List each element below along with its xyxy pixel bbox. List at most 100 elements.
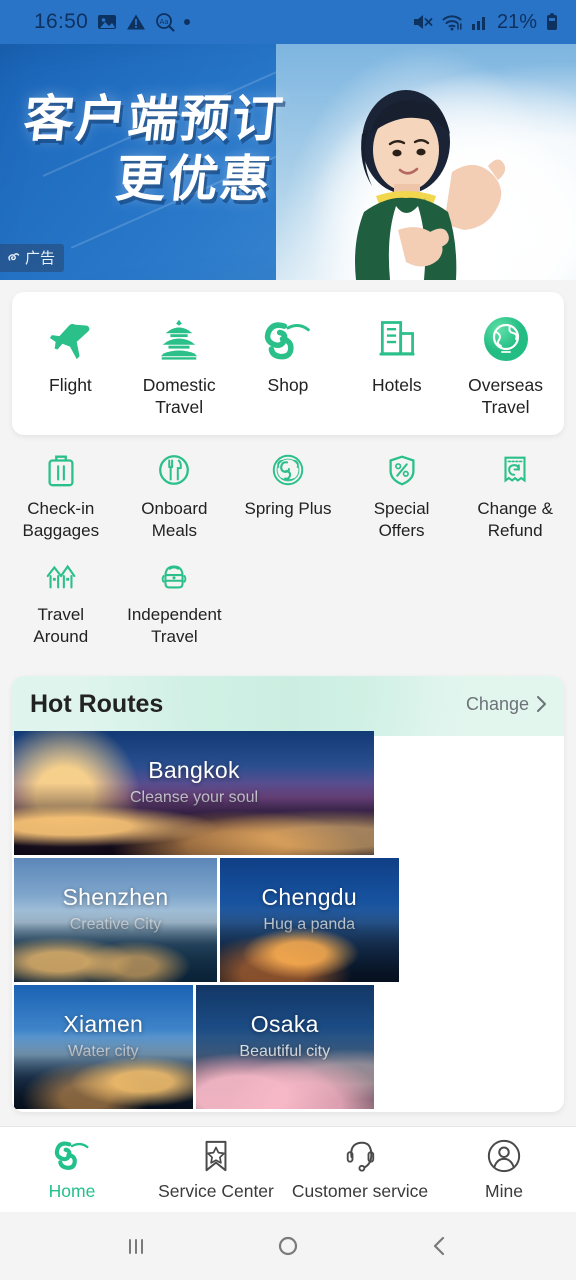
service-label: Check-in Baggages <box>22 498 100 540</box>
tab-customer-service[interactable]: Customer service <box>288 1137 432 1202</box>
pagoda-icon <box>154 314 204 364</box>
service-spring-plus[interactable]: Spring Plus <box>231 449 345 542</box>
service-label: Domestic Travel <box>142 375 216 418</box>
spring-swirl-icon <box>53 1137 91 1175</box>
service-domestic-travel[interactable]: Domestic Travel <box>125 314 234 419</box>
tab-mine[interactable]: Mine <box>432 1137 576 1202</box>
primary-services-grid: Flight Domestic Travel Shop Hotels Overs… <box>12 292 564 435</box>
route-card-chengdu[interactable]: Chengdu Hug a panda <box>220 857 399 982</box>
status-bar-left: 16:50 Aa <box>34 10 191 34</box>
tab-label: Mine <box>485 1181 523 1201</box>
tab-service-center[interactable]: Service Center <box>144 1137 288 1202</box>
hot-routes-title: Hot Routes <box>30 689 164 718</box>
service-onboard-meals[interactable]: Onboard Meals <box>118 449 232 542</box>
route-text: Osaka Beautiful city <box>196 1011 375 1061</box>
route-tagline: Creative City <box>69 915 162 933</box>
service-label: Independent Travel <box>127 605 222 647</box>
photo-icon <box>98 15 117 29</box>
route-text: Bangkok Cleanse your soul <box>14 757 374 807</box>
service-label: Special Offers <box>373 498 430 540</box>
route-tagline: Water city <box>67 1042 139 1060</box>
warning-triangle-icon <box>127 14 146 30</box>
service-overseas-travel[interactable]: Overseas Travel <box>451 314 560 419</box>
secondary-row-2: Travel Around Independent Travel <box>4 555 572 662</box>
banner-headline: 客户端预订 更优惠 <box>20 90 288 208</box>
secondary-row-1: Check-in Baggages Onboard Meals Spring P… <box>4 449 572 556</box>
user-circle-icon <box>485 1137 523 1175</box>
route-text: Chengdu Hug a panda <box>220 884 399 934</box>
dot-indicator <box>184 19 191 25</box>
cutlery-icon <box>153 449 195 491</box>
route-tagline: Cleanse your soul <box>129 788 259 806</box>
recents-icon[interactable] <box>113 1223 159 1269</box>
change-routes-button[interactable]: Change <box>466 694 548 715</box>
hot-routes-header: Hot Routes Change <box>12 676 564 731</box>
grid-spacer <box>345 555 459 648</box>
chevron-right-icon <box>537 696 546 713</box>
battery-percent: 21% <box>496 10 537 33</box>
route-card-xiamen[interactable]: Xiamen Water city <box>14 984 193 1109</box>
spring-swirl-icon <box>263 314 313 364</box>
grid-spacer <box>458 555 572 648</box>
route-text: Shenzhen Creative City <box>14 884 217 934</box>
service-label: Onboard Meals <box>141 498 208 540</box>
banner-headline-line2: 更优惠 <box>112 150 276 208</box>
secondary-services-grid: Check-in Baggages Onboard Meals Spring P… <box>0 435 576 662</box>
route-city: Chengdu <box>261 883 357 910</box>
change-label: Change <box>465 693 529 714</box>
bottom-tab-bar: Home Service Center Customer service Min… <box>0 1126 576 1212</box>
percent-shield-icon <box>381 449 423 491</box>
ad-label: 广告 <box>25 249 56 267</box>
service-shop[interactable]: Shop <box>234 314 343 419</box>
service-hotels[interactable]: Hotels <box>342 314 451 419</box>
mute-icon <box>413 15 433 29</box>
status-bar-right: 21% <box>412 11 560 34</box>
globe-icon <box>481 314 531 364</box>
service-label: Spring Plus <box>244 498 332 518</box>
signal-icon <box>471 17 485 30</box>
service-checkin-baggages[interactable]: Check-in Baggages <box>4 449 118 542</box>
airplane-icon <box>45 314 95 364</box>
route-card-shenzhen[interactable]: Shenzhen Creative City <box>14 857 217 982</box>
route-tagline: Beautiful city <box>239 1042 331 1060</box>
tab-home[interactable]: Home <box>0 1137 144 1202</box>
service-independent-travel[interactable]: Independent Travel <box>118 555 232 648</box>
promo-banner[interactable]: 客户端预订 更优惠 广告 <box>0 44 576 280</box>
route-tagline: Hug a panda <box>263 915 356 933</box>
route-card-bangkok[interactable]: Bangkok Cleanse your soul <box>14 730 374 855</box>
route-city: Shenzhen <box>62 883 169 910</box>
suitcase-icon <box>40 449 82 491</box>
tab-label: Home <box>48 1181 96 1201</box>
primary-services-card: Flight Domestic Travel Shop Hotels Overs… <box>12 292 564 435</box>
main-content: Flight Domestic Travel Shop Hotels Overs… <box>0 280 576 1126</box>
route-city: Bangkok <box>148 756 240 783</box>
service-special-offers[interactable]: Special Offers <box>345 449 459 542</box>
backpack-icon <box>153 555 195 597</box>
tab-label: Service Center <box>158 1181 274 1201</box>
service-change-refund[interactable]: Change & Refund <box>458 449 572 542</box>
buildings-icon <box>372 314 422 364</box>
ad-badge: 广告 <box>0 244 65 272</box>
svg-text:Aa: Aa <box>160 18 169 26</box>
route-city: Xiamen <box>63 1010 144 1037</box>
service-label: Shop <box>267 375 309 395</box>
spring-airlines-logo-icon <box>8 253 20 261</box>
bookmark-star-icon <box>197 1137 235 1175</box>
service-label: Travel Around <box>33 605 89 647</box>
service-label: Flight <box>49 375 92 395</box>
route-city: Osaka <box>250 1010 319 1037</box>
refund-receipt-icon <box>494 449 536 491</box>
service-travel-around[interactable]: Travel Around <box>4 555 118 648</box>
battery-icon <box>547 13 557 30</box>
back-chevron-icon[interactable] <box>417 1223 463 1269</box>
android-navigation-bar <box>0 1212 576 1280</box>
home-circle-icon[interactable] <box>265 1223 311 1269</box>
service-label: Change & Refund <box>477 498 553 540</box>
route-card-osaka[interactable]: Osaka Beautiful city <box>195 984 375 1109</box>
hot-routes-card: Hot Routes Change Bangkok Cleanse your s… <box>12 675 564 1112</box>
translate-icon: Aa <box>156 13 175 32</box>
banner-headline-line1: 客户端预订 <box>20 90 288 148</box>
status-time: 16:50 <box>34 10 89 33</box>
service-flight[interactable]: Flight <box>16 314 125 419</box>
headset-icon <box>341 1137 379 1175</box>
